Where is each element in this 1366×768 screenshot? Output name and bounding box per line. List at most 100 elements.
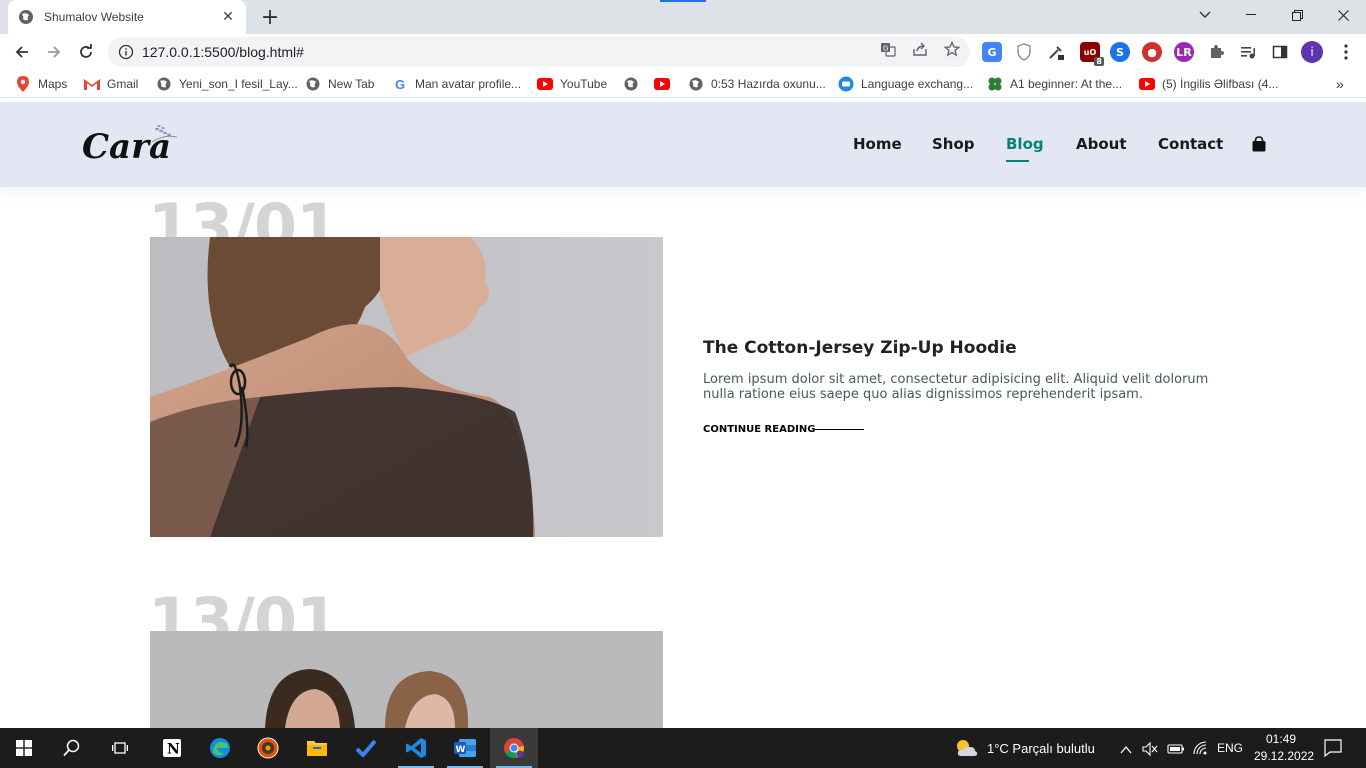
chevron-up-icon[interactable] — [1120, 741, 1132, 760]
site-header: Cara Home Shop Blog About Contact — [0, 102, 1366, 187]
continue-reading-link[interactable]: CONTINUE READING — [703, 424, 815, 435]
speaker-muted-icon[interactable] — [1142, 741, 1158, 760]
nav-about[interactable]: About — [1076, 135, 1127, 155]
nav-blog[interactable]: Blog — [1006, 135, 1044, 162]
record-extension-icon[interactable]: ● — [1142, 42, 1162, 62]
globe-icon — [19, 10, 33, 24]
reload-button[interactable] — [72, 38, 100, 66]
bookmark-label: Yeni_son_I fesil_Lay... — [179, 77, 298, 91]
cara-logo[interactable]: Cara — [82, 120, 182, 166]
bookmark-language-exchange[interactable]: Language exchang... — [838, 75, 973, 93]
bookmark-new-tab[interactable]: New Tab — [305, 75, 374, 93]
globe-icon — [305, 76, 321, 92]
close-window-button[interactable] — [1320, 0, 1366, 30]
nav-contact[interactable]: Contact — [1158, 135, 1223, 155]
task-view-icon — [112, 742, 128, 754]
forward-button[interactable] — [40, 38, 68, 66]
maps-pin-icon — [15, 76, 31, 92]
arrow-left-icon — [15, 46, 28, 58]
task-view-button[interactable] — [96, 728, 144, 768]
profile-avatar[interactable]: i — [1301, 41, 1323, 63]
vscode-icon — [406, 738, 426, 758]
restore-button[interactable] — [1274, 0, 1320, 30]
taskbar-notion[interactable]: N — [148, 728, 196, 768]
bookmark-hazirda[interactable]: 0:53 Hazırda oxunu... — [688, 75, 826, 93]
battery-icon[interactable] — [1167, 741, 1185, 760]
globe-icon — [688, 76, 704, 92]
new-tab-button[interactable]: + — [258, 5, 282, 30]
shield-extension-icon[interactable] — [1014, 42, 1034, 62]
bookmark-ingilis[interactable]: (5) İngilis Əlifbası (4... — [1139, 75, 1278, 93]
browser-tab[interactable]: Shumalov Website ✕ — [8, 0, 246, 34]
minimize-button[interactable] — [1228, 0, 1274, 30]
chat-bubble-icon — [838, 76, 854, 92]
puzzle-extensions-icon[interactable] — [1206, 42, 1226, 62]
weather-cloudy-icon[interactable] — [955, 737, 979, 759]
wifi-icon[interactable] — [1192, 740, 1208, 760]
eyedropper-extension-icon[interactable] — [1046, 42, 1066, 62]
taskbar-edge[interactable] — [196, 728, 244, 768]
kebab-menu-icon[interactable] — [1336, 42, 1356, 62]
nav-home[interactable]: Home — [853, 135, 902, 155]
language-reactor-extension-icon[interactable]: LR — [1174, 42, 1194, 62]
notion-icon: N — [163, 739, 181, 758]
taskbar-media-player[interactable] — [244, 728, 292, 768]
tab-close-icon[interactable]: ✕ — [220, 9, 236, 25]
globe-icon — [623, 76, 639, 92]
shopping-bag-icon[interactable] — [1251, 136, 1267, 152]
ublock-extension-icon[interactable]: uO 8 — [1080, 42, 1104, 66]
bookmark-a1-beginner[interactable]: A1 beginner: At the... — [987, 75, 1122, 93]
taskbar-todo[interactable] — [342, 728, 390, 768]
chrome-icon — [504, 738, 524, 758]
info-icon[interactable] — [118, 44, 134, 60]
clock-date[interactable]: 29.12.2022 — [1254, 749, 1314, 763]
media-control-icon[interactable] — [1238, 42, 1258, 62]
svg-text:Cara: Cara — [82, 127, 171, 166]
taskbar-vscode[interactable] — [392, 728, 440, 768]
media-player-icon — [257, 737, 279, 759]
taskbar-word[interactable]: W — [441, 728, 489, 768]
continue-reading-underline — [815, 429, 864, 430]
word-icon: W — [454, 739, 476, 757]
clock-time[interactable]: 01:49 — [1266, 732, 1296, 746]
svg-text:N: N — [167, 742, 180, 758]
tab-search-button[interactable] — [1182, 0, 1228, 30]
post-image-two-women — [150, 631, 663, 728]
post-title[interactable]: The Cotton-Jersey Zip-Up Hoodie — [703, 338, 1017, 358]
share-icon[interactable] — [911, 40, 929, 58]
folder-icon — [307, 741, 327, 756]
tab-title: Shumalov Website — [44, 10, 144, 24]
back-button[interactable] — [8, 38, 36, 66]
gmail-icon — [84, 76, 100, 92]
windows-taskbar: N W 1°C Parçalı bulutlu ENG 01:49 29.12.… — [0, 728, 1366, 768]
bookmark-label: Man avatar profile... — [415, 77, 522, 91]
bookmark-maps[interactable]: Maps — [15, 75, 67, 93]
side-panel-icon[interactable] — [1270, 42, 1290, 62]
svg-text:W: W — [456, 745, 466, 755]
bookmark-youtube[interactable]: YouTube — [537, 75, 607, 93]
translate-icon[interactable]: G — [879, 40, 897, 58]
start-button[interactable] — [0, 728, 48, 768]
bookmarks-overflow-button[interactable]: » — [1336, 75, 1344, 93]
bookmark-yeni-son[interactable]: Yeni_son_I fesil_Lay... — [156, 75, 298, 93]
checkmark-icon — [355, 739, 377, 757]
weather-text[interactable]: 1°C Parçalı bulutlu — [987, 741, 1095, 756]
bookmark-globe[interactable] — [623, 75, 646, 93]
address-bar[interactable]: 127.0.0.1:5500/blog.html# — [108, 37, 970, 67]
google-translate-extension-icon[interactable]: G — [982, 42, 1002, 62]
language-indicator[interactable]: ENG — [1217, 741, 1243, 755]
post-image-woman-back — [150, 237, 663, 537]
nav-shop[interactable]: Shop — [932, 135, 975, 155]
notifications-icon[interactable] — [1324, 739, 1342, 761]
bookmark-gmail[interactable]: Gmail — [84, 75, 138, 93]
bookmark-man-avatar[interactable]: G Man avatar profile... — [392, 75, 521, 93]
taskbar-file-explorer[interactable] — [293, 728, 341, 768]
bookmark-youtube-2[interactable] — [654, 75, 677, 93]
bookmark-star-icon[interactable] — [943, 40, 961, 58]
post-date: 13/01 — [148, 590, 339, 634]
bookmark-label: Maps — [38, 77, 68, 91]
youtube-icon — [537, 76, 553, 92]
taskbar-chrome[interactable] — [490, 728, 538, 768]
taskbar-search-button[interactable] — [48, 728, 96, 768]
shazam-extension-icon[interactable]: S — [1110, 42, 1130, 62]
